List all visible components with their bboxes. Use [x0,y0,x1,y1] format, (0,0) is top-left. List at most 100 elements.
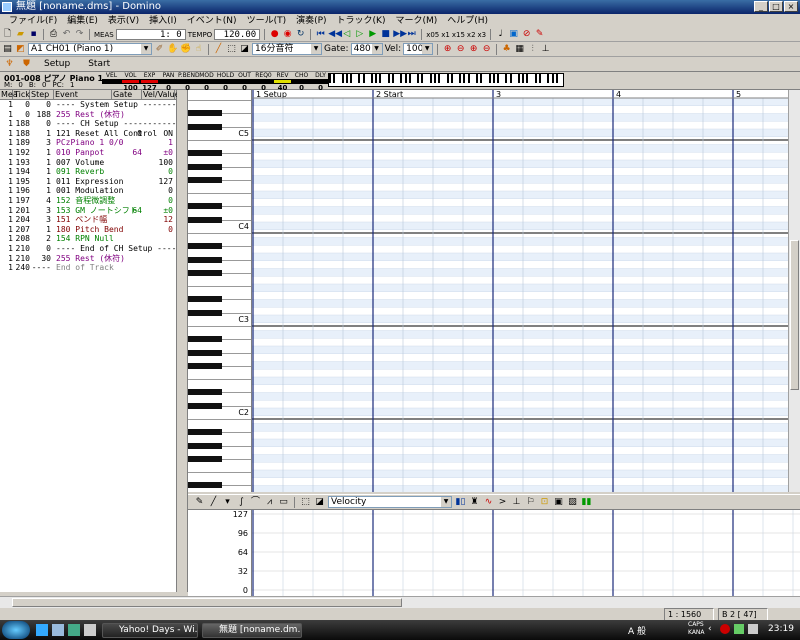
horizontal-scroll-thumb[interactable] [12,598,402,607]
black-key[interactable] [188,442,222,449]
zoom-in-icon[interactable]: ⊕ [442,44,453,55]
select-rect-icon[interactable]: ⬚ [226,44,237,55]
event-row[interactable]: 1 208 2 154 RPN Null [0,234,176,244]
arrow-icon[interactable]: > [497,497,508,508]
param-1[interactable]: VOL 100 [121,72,140,92]
black-key[interactable] [188,176,222,183]
redo-icon[interactable]: ↷ [74,29,85,40]
fast-forward-icon[interactable]: ▶▶ [393,29,407,40]
curve2-icon[interactable]: ⌒ [250,497,261,508]
stop-icon[interactable]: ■ [380,29,391,40]
black-key[interactable] [188,429,222,436]
anchor-icon[interactable]: ⊥ [540,44,551,55]
col-gate[interactable]: Gate [112,90,142,99]
gate-field[interactable]: 480 ▼ [350,43,383,55]
controller-select[interactable]: Velocity ▼ [328,496,452,508]
black-key[interactable] [188,269,222,276]
black-key[interactable] [188,110,222,117]
menu-play[interactable]: 演奏(P) [291,14,331,28]
line-icon[interactable]: ╱ [208,497,219,508]
black-key[interactable] [188,402,222,409]
menu-mark[interactable]: マーク(M) [390,14,442,28]
tempo-icon[interactable]: ⊥ [511,497,522,508]
speed-x3[interactable]: x3 [478,31,487,39]
black-key[interactable] [188,203,222,210]
brush-icon[interactable]: ╱ [213,44,224,55]
menu-edit[interactable]: 編集(E) [62,14,103,28]
print-icon[interactable]: ⎙ [48,29,59,40]
vel-field[interactable]: 100 ▼ [403,43,434,55]
tray-arrow-icon[interactable]: ‹ [708,624,716,634]
eraser-icon[interactable]: ◪ [239,44,250,55]
menu-track[interactable]: トラック(K) [332,14,391,28]
go-start-icon[interactable]: ⏮ [315,29,326,40]
event-row[interactable]: 1 193 1 007 Volume 100 [0,158,176,168]
black-key[interactable] [188,150,222,157]
quantize-select[interactable]: 16分音符 ▼ [252,43,322,55]
event-row[interactable]: 1 192 1 010 Panpot 64 ±0 [0,148,176,158]
zoom-v-in-icon[interactable]: ⊕ [468,44,479,55]
menu-insert[interactable]: 挿入(I) [144,14,182,28]
event-row[interactable]: 1 0 0 ---- System Setup ------------ [0,100,200,110]
ime-indicator[interactable]: A 般 [628,624,646,637]
param-6[interactable]: HOLD 0 [216,72,235,92]
tool-icon[interactable]: ✎ [534,29,545,40]
tab-start[interactable]: Start [82,59,116,69]
record-icon[interactable]: ● [269,29,280,40]
event-row[interactable]: 1 194 1 091 Reverb 0 [0,167,176,177]
rec-mode-icon[interactable]: ◉ [282,29,293,40]
tray-app-icon[interactable] [720,624,730,634]
pencil-icon[interactable]: ✐ [154,44,165,55]
event-row[interactable]: 1 210 0 ---- End of CH Setup -------- [0,244,196,254]
vertical-scrollbar[interactable] [788,90,800,492]
task-domino[interactable]: 無題 [noname.dm... [202,623,302,638]
zoom-v-out-icon[interactable]: ⊖ [481,44,492,55]
horizontal-scrollbar[interactable] [0,596,800,608]
event-row[interactable]: 1 196 1 001 Modulation 0 [0,186,176,196]
track-icon[interactable]: ◩ [15,44,26,55]
bell-icon[interactable]: ♣ [501,44,512,55]
black-key[interactable] [188,455,222,462]
param-5[interactable]: MOD 0 [197,72,216,92]
velocity-plot[interactable] [252,510,800,596]
marker-icon[interactable]: ♆ [4,59,15,70]
black-key[interactable] [188,256,222,263]
step-back-icon[interactable]: ◁ [341,29,352,40]
menu-event[interactable]: イベント(N) [182,14,242,28]
random-icon[interactable]: ⩘ [264,497,275,508]
piano-keyboard[interactable]: C5 C4 C3 C2 [188,90,252,492]
minimize-button[interactable]: _ [754,1,768,12]
speed-x05[interactable]: x05 [426,31,439,39]
mini-keyboard[interactable] [328,73,564,87]
quicklaunch-desktop-icon[interactable] [52,624,64,636]
close-button[interactable]: × [784,1,798,12]
quicklaunch-app-icon[interactable] [84,624,96,636]
event-row[interactable]: 1 188 0 ---- CH Setup ---------------- [0,119,200,129]
step-forward-icon[interactable]: ▷ [354,29,365,40]
param-4[interactable]: P.BEND 0 [178,72,200,92]
rewind-icon[interactable]: ◀◀ [328,29,342,40]
event-row[interactable]: 1 197 4 152 音程微調整 0 [0,196,176,206]
param-7[interactable]: OUT 0 [235,72,254,92]
black-key[interactable] [188,243,222,250]
vertical-scroll-thumb[interactable] [790,240,799,390]
param-9[interactable]: REV 40 [273,72,292,92]
black-key[interactable] [188,362,222,369]
black-key[interactable] [188,309,222,316]
task-yahoo-days[interactable]: Yahoo! Days - Wi... [102,623,198,638]
param-2[interactable]: EXP 127 [140,72,159,92]
menu-help[interactable]: ヘルプ(H) [442,14,493,28]
undo-icon[interactable]: ↶ [61,29,72,40]
event-row[interactable]: 1 201 3 153 GM ノートシフト 64 ±0 [0,206,176,216]
black-key[interactable] [188,296,222,303]
track-select[interactable]: A1 CH01 (Piano 1) ▼ [28,43,152,55]
new-file-icon[interactable]: 🗋 [2,29,13,40]
param-8[interactable]: REQ0 0 [254,72,273,92]
menu-tools[interactable]: ツール(T) [242,14,292,28]
open-folder-icon[interactable]: ▰ [15,29,26,40]
menu-file[interactable]: ファイル(F) [4,14,62,28]
speed-x15[interactable]: x15 [452,31,465,39]
zoom-out-icon[interactable]: ⊖ [455,44,466,55]
curve-icon[interactable]: ∫ [236,497,247,508]
piano-roll-canvas[interactable]: 1 Setup 2 Start 3 4 5 [252,90,788,492]
